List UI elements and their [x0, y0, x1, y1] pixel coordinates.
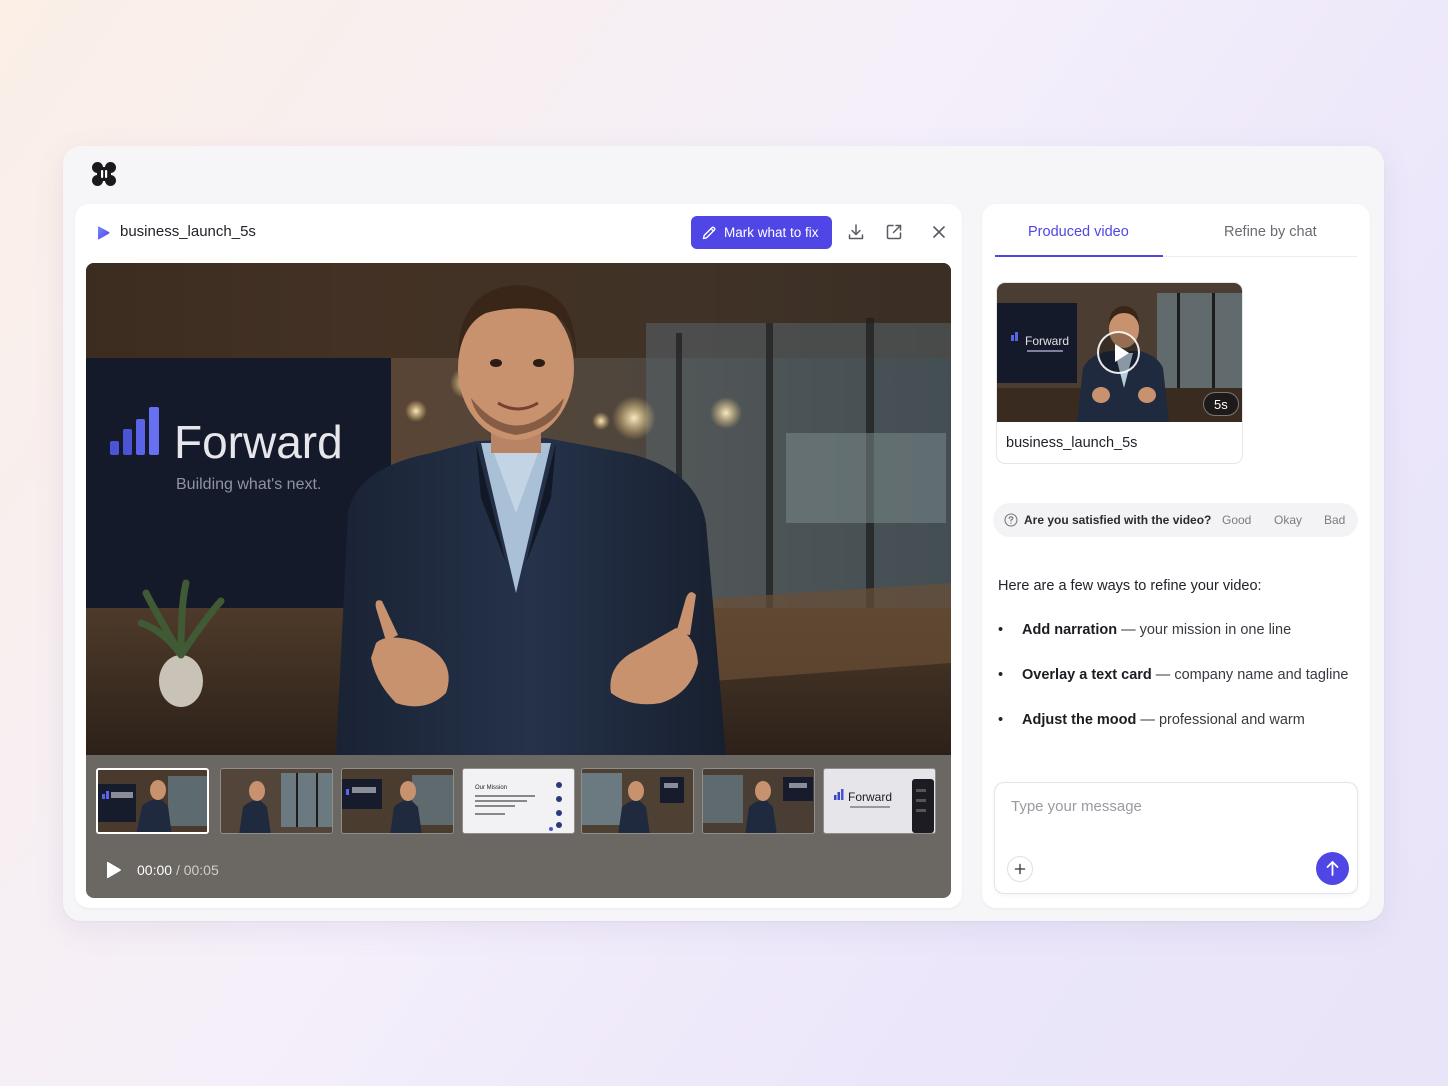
file-title: business_launch_5s: [120, 223, 256, 240]
suggestion-item: • Add narration — your mission in one lin…: [998, 622, 1291, 638]
filmstrip: Our Mission Forward: [96, 766, 944, 834]
open-external-icon[interactable]: [884, 222, 904, 242]
time-readout: 00:00 / 00:05: [137, 862, 219, 878]
bullet: •: [998, 622, 1004, 638]
video-frame[interactable]: Forward Building what's next.: [86, 263, 951, 755]
tab-refine-by-chat[interactable]: Refine by chat: [1224, 224, 1317, 240]
suggestion-detail: — company name and tagline: [1151, 667, 1349, 683]
time-separator: /: [175, 862, 180, 878]
app-window: business_launch_5s Mark what to fix Forw…: [63, 146, 1384, 921]
active-tab-indicator: [995, 255, 1163, 257]
filmstrip-thumb[interactable]: Forward: [823, 768, 936, 834]
duration-badge: 5s: [1203, 392, 1239, 416]
slide-heading-text: Our Mission: [475, 785, 507, 791]
filmstrip-thumb[interactable]: Our Mission: [462, 768, 575, 834]
produced-video-card[interactable]: Forward 5s business_launch_5s: [996, 282, 1243, 464]
filmstrip-thumb[interactable]: [96, 768, 209, 834]
video-file-icon: [98, 226, 110, 240]
feedback-good-button[interactable]: Good: [1222, 513, 1251, 527]
suggestion-title: Overlay a text card: [1022, 667, 1152, 683]
mark-button-label: Mark what to fix: [724, 225, 819, 240]
suggestion-title: Adjust the mood: [1022, 712, 1137, 728]
feedback-okay-button[interactable]: Okay: [1274, 513, 1302, 527]
refine-panel: Produced video Refine by chat Forward 5s…: [982, 204, 1370, 908]
chat-composer: [994, 782, 1358, 894]
pencil-icon: [702, 226, 716, 239]
bullet: •: [998, 712, 1004, 728]
video-player[interactable]: Forward Building what's next. Our Missio…: [86, 263, 951, 898]
time-current: 00:00: [137, 862, 173, 878]
time-total: 00:05: [183, 862, 219, 878]
close-icon[interactable]: [929, 222, 949, 242]
suggestion-title: Add narration: [1022, 622, 1118, 638]
mark-what-to-fix-button[interactable]: Mark what to fix: [691, 216, 832, 249]
app-logo-icon[interactable]: [91, 161, 117, 187]
filmstrip-thumb[interactable]: [581, 768, 694, 834]
feedback-bad-button[interactable]: Bad: [1324, 513, 1345, 527]
suggestions-intro: Here are a few ways to refine your video…: [998, 578, 1262, 594]
send-arrow-icon[interactable]: [1316, 852, 1349, 885]
suggestion-detail: — your mission in one line: [1117, 622, 1292, 638]
filmstrip-thumb[interactable]: [341, 768, 454, 834]
suggestion-item: • Overlay a text card — company name and …: [998, 667, 1348, 683]
title-card-heading: Forward: [848, 790, 892, 804]
card-thumb-brand: Forward: [1025, 334, 1069, 348]
message-input[interactable]: [1011, 798, 1341, 815]
satisfaction-question: Are you satisfied with the video?: [1024, 513, 1212, 527]
video-viewer-panel: business_launch_5s Mark what to fix Forw…: [75, 204, 962, 908]
video-card-name: business_launch_5s: [1006, 435, 1138, 451]
filmstrip-thumb[interactable]: [220, 768, 333, 834]
satisfaction-bar: Are you satisfied with the video? Good O…: [993, 503, 1358, 537]
suggestion-item: • Adjust the mood — professional and warm: [998, 712, 1305, 728]
wall-brand-text: Forward: [174, 416, 343, 468]
download-icon[interactable]: [846, 222, 866, 242]
tab-produced-video[interactable]: Produced video: [1028, 224, 1129, 240]
panel-tabs: Produced video Refine by chat: [995, 204, 1357, 257]
play-icon[interactable]: [104, 861, 122, 879]
help-circle-icon: [1004, 513, 1018, 527]
viewer-header: business_launch_5s Mark what to fix: [75, 204, 962, 260]
add-attachment-icon[interactable]: [1007, 856, 1033, 882]
card-play-icon[interactable]: [1097, 331, 1140, 374]
player-controls: 00:00 / 00:05: [86, 853, 951, 889]
wall-tagline-text: Building what's next.: [176, 476, 321, 493]
filmstrip-thumb[interactable]: [702, 768, 815, 834]
bullet: •: [998, 667, 1004, 683]
suggestion-detail: — professional and warm: [1136, 712, 1305, 728]
